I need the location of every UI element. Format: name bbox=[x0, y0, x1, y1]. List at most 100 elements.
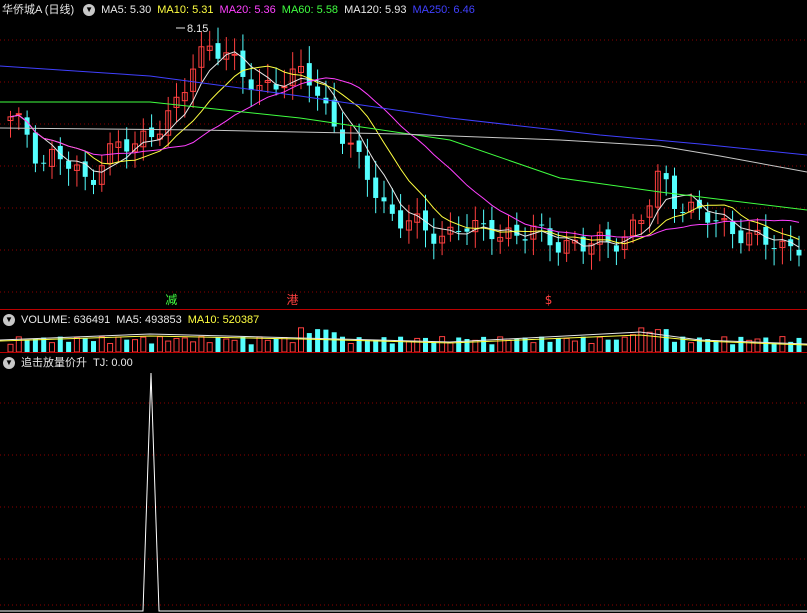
candle bbox=[555, 242, 561, 253]
volume-label: VOLUME: 636491 bbox=[21, 314, 111, 326]
price-panel[interactable]: 华侨城A (日线) ▼ MA5: 5.30 MA10: 5.31 MA20: 5.36 M… bbox=[0, 0, 807, 308]
tj-line bbox=[0, 372, 807, 612]
volume-bar bbox=[530, 342, 537, 352]
candle bbox=[796, 249, 802, 256]
volume-bar bbox=[223, 338, 230, 352]
ma5-label: MA5: 5.30 bbox=[101, 4, 152, 16]
volume-bar bbox=[721, 336, 728, 352]
volume-bar bbox=[7, 343, 14, 352]
chevron-down-icon[interactable]: ▼ bbox=[83, 4, 96, 17]
ma250-label: MA250: 6.46 bbox=[412, 4, 475, 16]
volume-bar bbox=[315, 329, 321, 352]
volume-bar bbox=[489, 344, 495, 352]
candle bbox=[464, 228, 470, 232]
volume-bar bbox=[688, 342, 695, 352]
volume-bar bbox=[596, 336, 603, 352]
volume-bar bbox=[91, 341, 96, 352]
volume-bar bbox=[638, 327, 645, 352]
volume-bar bbox=[423, 337, 428, 352]
volume-bar bbox=[672, 341, 677, 352]
volume-bar bbox=[389, 343, 395, 352]
volume-bar bbox=[514, 338, 520, 352]
volume-bar bbox=[240, 336, 246, 352]
chevron-down-icon[interactable]: ▼ bbox=[3, 314, 15, 327]
ma20-label: MA20: 5.36 bbox=[219, 4, 276, 16]
volume-bar bbox=[32, 339, 38, 352]
candle bbox=[373, 177, 379, 198]
indicator-panel[interactable]: ▼ 追击放量价升 TJ: 0.00 bbox=[0, 352, 807, 613]
volume-bar bbox=[381, 337, 387, 352]
volume-bar bbox=[331, 332, 337, 352]
volume-bar bbox=[132, 339, 138, 352]
indicator-chart[interactable] bbox=[0, 353, 807, 613]
volume-bar bbox=[73, 337, 80, 352]
volume-bar bbox=[398, 336, 404, 352]
candle bbox=[522, 239, 528, 241]
candle bbox=[738, 230, 744, 244]
event-marker: $ bbox=[545, 293, 553, 307]
volume-bar bbox=[256, 336, 263, 352]
candle bbox=[514, 224, 520, 236]
volume-bar bbox=[66, 341, 72, 352]
candle bbox=[315, 86, 321, 96]
volume-bar bbox=[663, 329, 669, 352]
volume-bar bbox=[273, 338, 279, 352]
volume-bar bbox=[447, 342, 454, 352]
candle bbox=[340, 129, 345, 144]
volume-bar bbox=[605, 339, 611, 352]
candle bbox=[149, 127, 155, 138]
volume-bar bbox=[24, 340, 30, 352]
candle bbox=[15, 113, 22, 116]
volume-bar bbox=[198, 336, 205, 352]
candle bbox=[91, 179, 96, 185]
volume-bar bbox=[431, 341, 437, 352]
ma60-label: MA60: 5.58 bbox=[281, 4, 339, 16]
volume-bar bbox=[107, 342, 114, 352]
ma120-label: MA120: 5.93 bbox=[344, 4, 407, 16]
candle bbox=[680, 212, 686, 214]
volume-bar bbox=[654, 329, 661, 352]
candle bbox=[32, 132, 38, 164]
volume-bar bbox=[754, 338, 761, 352]
candle bbox=[431, 233, 437, 244]
volume-bar bbox=[124, 339, 130, 352]
ma10-label: MA10: 5.31 bbox=[157, 4, 214, 16]
candle bbox=[215, 43, 221, 59]
volume-bar bbox=[505, 339, 512, 352]
volume-bar bbox=[140, 336, 147, 352]
candle bbox=[613, 245, 619, 252]
volume-bar bbox=[115, 336, 122, 352]
candle bbox=[347, 142, 354, 145]
volume-bar bbox=[149, 343, 155, 352]
candle bbox=[663, 173, 669, 180]
event-marker: 减 bbox=[165, 293, 177, 307]
volume-header: ▼ VOLUME: 636491 MA5: 493853 MA10: 520387 bbox=[0, 312, 265, 328]
volume-panel[interactable]: ▼ VOLUME: 636491 MA5: 493853 MA10: 520387 bbox=[0, 309, 807, 352]
peak-price-label: 8.15 bbox=[187, 23, 208, 35]
candle bbox=[456, 230, 462, 232]
ma120-line bbox=[0, 127, 807, 173]
price-header: 华侨城A (日线) ▼ MA5: 5.30 MA10: 5.31 MA20: 5.36 M… bbox=[0, 2, 481, 18]
volume-bar bbox=[613, 339, 619, 352]
candle bbox=[124, 139, 130, 152]
volume-bar bbox=[347, 342, 354, 352]
indicator-name: 追击放量价升 bbox=[21, 357, 87, 369]
candle bbox=[364, 155, 370, 180]
volume-bar bbox=[156, 336, 163, 352]
candle bbox=[240, 50, 246, 77]
volume-bar bbox=[414, 337, 421, 352]
vol-ma10-label: MA10: 520387 bbox=[187, 314, 260, 326]
volume-bar bbox=[206, 342, 213, 352]
candle bbox=[356, 140, 362, 152]
volume-bar bbox=[730, 344, 736, 352]
volume-bar bbox=[248, 344, 254, 352]
price-chart[interactable]: 8.15 减 港 $ bbox=[0, 0, 807, 308]
stock-title: 华侨城A (日线) bbox=[2, 4, 75, 16]
candle bbox=[771, 248, 777, 250]
volume-bar bbox=[231, 339, 238, 352]
volume-bar bbox=[49, 342, 55, 352]
candle bbox=[705, 212, 711, 223]
vol-ma5-label: MA5: 493853 bbox=[116, 314, 182, 326]
candle bbox=[41, 162, 47, 164]
chevron-down-icon[interactable]: ▼ bbox=[3, 357, 15, 370]
